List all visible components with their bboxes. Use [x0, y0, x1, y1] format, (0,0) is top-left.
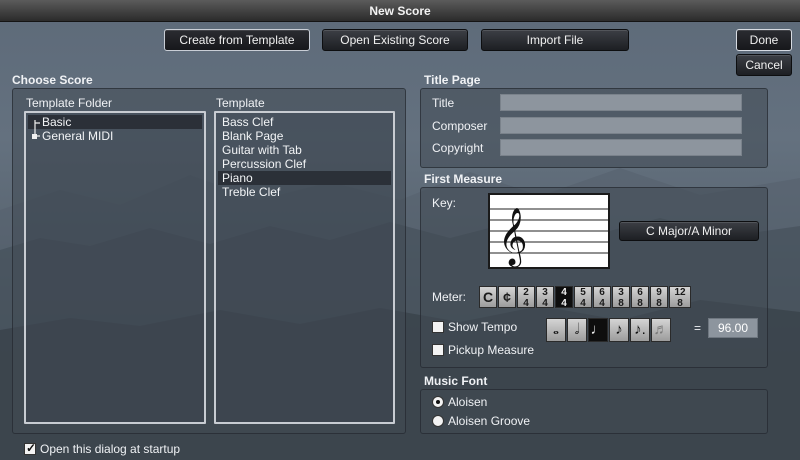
meter-button-group: C ¢ 24 34 44 54 64 38 68 98 12 8 — [479, 286, 739, 309]
template-folder-header: Template Folder — [26, 96, 113, 110]
meter-bottom: 4 — [580, 298, 586, 309]
meter-symbol: ¢ — [503, 289, 511, 305]
aloisen-radio[interactable] — [432, 396, 444, 408]
first-measure-label: First Measure — [424, 172, 503, 186]
meter-symbol: C — [482, 289, 494, 305]
template-label: Bass Clef — [222, 115, 274, 129]
template-list[interactable]: Bass Clef Blank Page Guitar with Tab Per… — [214, 111, 395, 424]
dotted-eighth-note-icon[interactable]: ♪. — [630, 318, 650, 342]
title-field[interactable] — [500, 94, 742, 111]
template-item-piano[interactable]: Piano — [218, 171, 391, 185]
template-item-treble-clef[interactable]: Treble Clef — [218, 185, 391, 199]
title-page-label: Title Page — [424, 73, 481, 87]
key-label: Key: — [432, 196, 457, 210]
meter-top: 12 — [674, 287, 686, 298]
quarter-note-icon[interactable]: ♩ — [588, 318, 608, 342]
import-file-button[interactable]: Import File — [481, 29, 629, 51]
meter-bottom: 8 — [677, 298, 683, 309]
cancel-button[interactable]: Cancel — [736, 54, 792, 76]
meter-top: 6 — [599, 287, 605, 298]
aloisen-label: Aloisen — [448, 395, 488, 409]
pickup-measure-checkbox[interactable] — [432, 344, 444, 356]
meter-top: 3 — [618, 287, 624, 298]
tree-connector-icon — [32, 120, 40, 139]
folder-label: Basic — [42, 115, 72, 129]
treble-clef-staff-icon: 𝄞 — [490, 207, 608, 267]
whole-note-icon[interactable]: 𝅝 — [546, 318, 566, 342]
done-button[interactable]: Done — [736, 29, 792, 51]
aloisen-groove-radio[interactable] — [432, 415, 444, 427]
create-from-template-button[interactable]: Create from Template — [164, 29, 310, 51]
meter-common-time-button[interactable]: C — [479, 286, 497, 308]
template-label: Treble Clef — [222, 185, 281, 199]
template-label: Percussion Clef — [222, 157, 307, 171]
meter-top: 9 — [656, 287, 662, 298]
meter-top: 2 — [523, 287, 529, 298]
meter-3-8-button[interactable]: 38 — [612, 286, 630, 309]
show-tempo-label: Show Tempo — [448, 320, 518, 334]
aloisen-groove-label: Aloisen Groove — [448, 414, 531, 428]
svg-text:𝄞: 𝄞 — [498, 207, 528, 267]
half-note-icon[interactable]: 𝅗𝅥 — [567, 318, 587, 342]
meter-bottom: 4 — [561, 298, 567, 309]
folder-item-general-midi[interactable]: General MIDI — [28, 129, 202, 143]
tempo-equals-label: = — [694, 321, 702, 335]
eighth-note-icon[interactable]: ♪ — [609, 318, 629, 342]
meter-top: 3 — [542, 287, 548, 298]
meter-bottom: 4 — [542, 298, 548, 309]
meter-label: Meter: — [432, 290, 467, 304]
meter-9-8-button[interactable]: 98 — [650, 286, 668, 309]
template-label: Guitar with Tab — [222, 143, 302, 157]
meter-bottom: 4 — [599, 298, 605, 309]
meter-top: 5 — [580, 287, 586, 298]
copyright-field[interactable] — [500, 139, 742, 156]
template-header: Template — [216, 96, 265, 110]
open-at-startup-label: Open this dialog at startup — [40, 442, 181, 456]
template-item-bass-clef[interactable]: Bass Clef — [218, 115, 391, 129]
folder-label: General MIDI — [42, 129, 114, 143]
tempo-note-group: 𝅝 𝅗𝅥 ♩ ♪ ♪. ♬ — [546, 318, 686, 342]
key-signature-button[interactable]: C Major/A Minor — [619, 221, 759, 241]
meter-6-8-button[interactable]: 68 — [631, 286, 649, 309]
title-label: Title — [432, 96, 455, 110]
pickup-measure-label: Pickup Measure — [448, 343, 535, 357]
template-item-guitar-with-tab[interactable]: Guitar with Tab — [218, 143, 391, 157]
meter-top: 4 — [561, 287, 567, 298]
meter-3-4-button[interactable]: 34 — [536, 286, 554, 309]
window-titlebar: New Score — [0, 0, 800, 22]
music-font-label: Music Font — [424, 374, 488, 388]
window-title: New Score — [369, 4, 431, 18]
composer-label: Composer — [432, 119, 488, 133]
choose-score-label: Choose Score — [12, 73, 93, 87]
meter-12-8-button[interactable]: 12 8 — [669, 286, 691, 309]
sixteenth-note-icon[interactable]: ♬ — [651, 318, 671, 342]
template-item-blank-page[interactable]: Blank Page — [218, 129, 391, 143]
meter-bottom: 8 — [618, 298, 624, 309]
folder-item-basic[interactable]: Basic — [28, 115, 202, 129]
template-label: Blank Page — [222, 129, 284, 143]
key-staff-preview: 𝄞 — [488, 193, 610, 269]
open-existing-score-button[interactable]: Open Existing Score — [322, 29, 468, 51]
meter-bottom: 8 — [656, 298, 662, 309]
tempo-value-field[interactable]: 96.00 — [708, 318, 758, 338]
composer-field[interactable] — [500, 117, 742, 134]
meter-cut-time-button[interactable]: ¢ — [498, 286, 516, 308]
meter-2-4-button[interactable]: 24 — [517, 286, 535, 309]
meter-4-4-button[interactable]: 44 — [555, 286, 573, 309]
show-tempo-checkbox[interactable] — [432, 321, 444, 333]
template-item-percussion-clef[interactable]: Percussion Clef — [218, 157, 391, 171]
copyright-label: Copyright — [432, 141, 484, 155]
meter-6-4-button[interactable]: 64 — [593, 286, 611, 309]
meter-5-4-button[interactable]: 54 — [574, 286, 592, 309]
template-folder-list[interactable]: Basic General MIDI — [24, 111, 206, 424]
open-at-startup-checkbox[interactable] — [24, 441, 36, 455]
meter-bottom: 8 — [637, 298, 643, 309]
meter-top: 6 — [637, 287, 643, 298]
template-label: Piano — [222, 171, 253, 185]
meter-bottom: 4 — [523, 298, 529, 309]
